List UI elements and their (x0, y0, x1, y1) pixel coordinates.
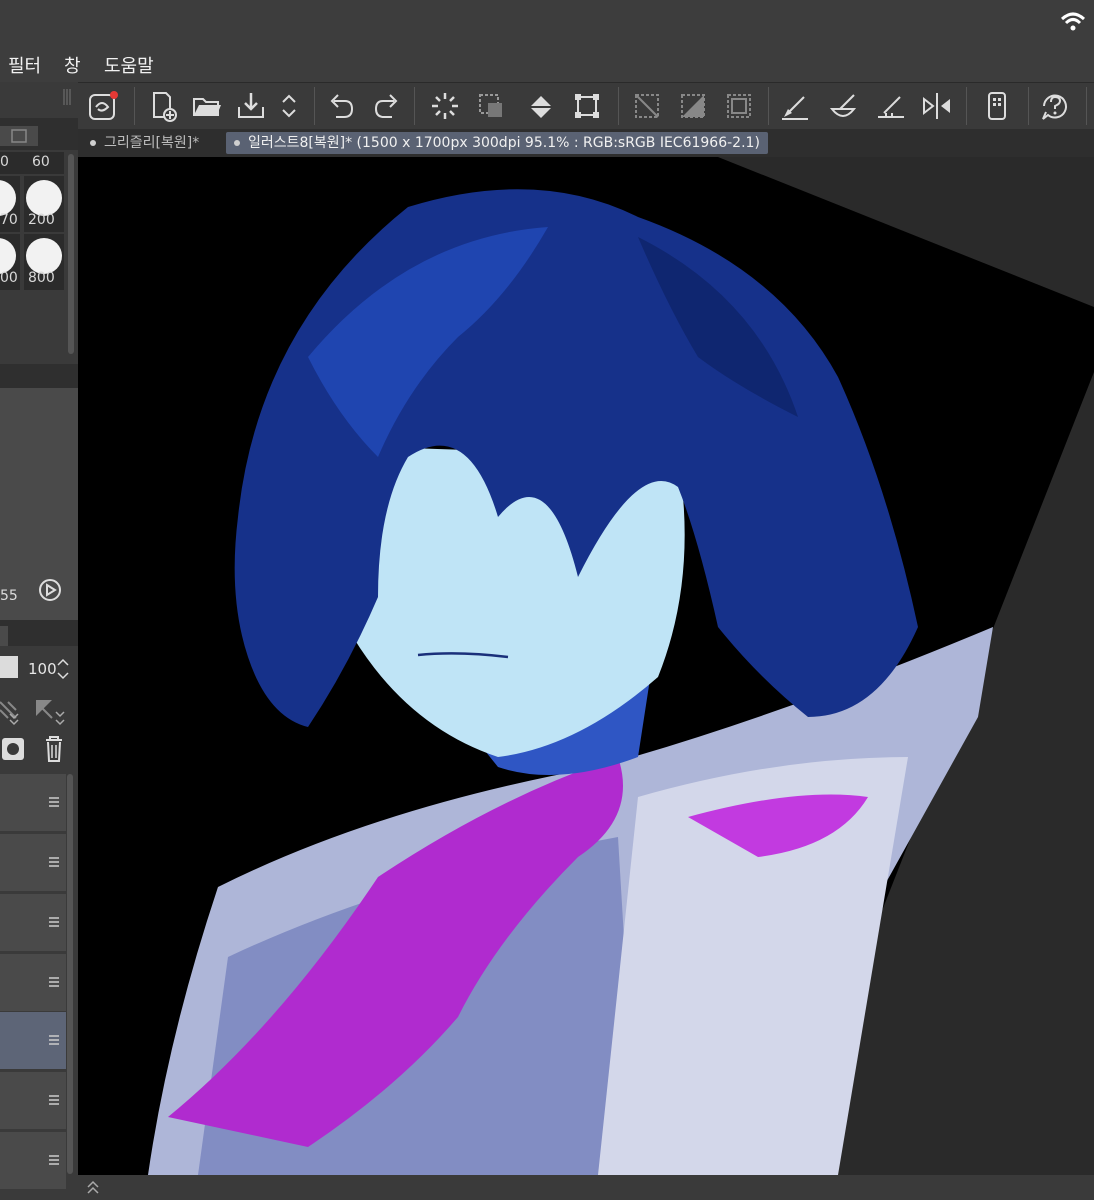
color-wheel-panel: 55 (0, 388, 78, 620)
command-bar (78, 82, 1094, 130)
trash-icon (46, 736, 62, 762)
panel-grip-icon[interactable] (62, 88, 72, 106)
opacity-slider[interactable] (0, 656, 18, 678)
layer-row[interactable] (0, 954, 66, 1011)
hamburger-icon[interactable] (48, 796, 60, 808)
unsaved-dot-icon (90, 140, 96, 146)
mask-icon (2, 738, 24, 760)
pen-line-icon[interactable] (778, 89, 812, 123)
menu-window[interactable]: 창 (64, 52, 81, 78)
tab-illust8[interactable]: 일러스트8[복원]* (1500 x 1700px 300dpi 95.1% :… (226, 132, 768, 154)
left-panel: 0 60 70 200 00 800 55 100 (0, 82, 78, 1200)
menu-filter[interactable]: 필터 (8, 52, 41, 78)
brush-bowl-icon[interactable] (826, 89, 860, 123)
brush-dot-icon (0, 180, 16, 216)
flip-horizontal-icon[interactable] (920, 89, 954, 123)
unsaved-dot-icon (234, 140, 240, 146)
layer-row-selected[interactable] (0, 1012, 66, 1069)
bottom-bar (78, 1175, 1094, 1200)
undo-icon[interactable] (324, 89, 358, 123)
opacity-value: 100 (28, 660, 57, 678)
hamburger-icon[interactable] (48, 856, 60, 868)
brush-size-tab[interactable] (0, 126, 38, 146)
canvas-area[interactable] (78, 157, 1094, 1175)
hamburger-icon[interactable] (48, 1094, 60, 1106)
select-invert-icon[interactable] (474, 89, 508, 123)
brush-dot-icon (26, 238, 62, 274)
fill-icon[interactable] (524, 89, 558, 123)
color-wheel[interactable] (0, 428, 10, 548)
brush-size-cell[interactable]: 800 (24, 234, 64, 290)
redo-icon[interactable] (370, 89, 404, 123)
menu-bar: 필터 창 도움말 (0, 46, 1094, 82)
ruler-pen-icon[interactable] (874, 89, 908, 123)
layer-row[interactable] (0, 894, 66, 951)
wifi-icon (1060, 10, 1086, 32)
device-icon[interactable] (980, 89, 1014, 123)
hamburger-icon[interactable] (48, 916, 60, 928)
clear-selection-icon[interactable] (630, 89, 664, 123)
select-all-icon[interactable] (722, 89, 756, 123)
document-tabs: 그리즐리[복원]* 일러스트8[복원]* (1500 x 1700px 300d… (78, 129, 1094, 157)
hamburger-icon[interactable] (48, 1034, 60, 1046)
play-icon[interactable] (38, 578, 62, 602)
loading-spinner-icon[interactable] (428, 89, 462, 123)
fill-layer-icon[interactable] (676, 89, 710, 123)
help-icon[interactable] (1038, 89, 1072, 123)
layer-option-icons (0, 694, 78, 726)
hamburger-icon[interactable] (48, 1154, 60, 1166)
clip-layer-icon (0, 701, 19, 726)
color-value: 55 (0, 588, 18, 604)
layer-row[interactable] (0, 774, 66, 831)
brush-size-cell[interactable]: 70 (0, 176, 20, 232)
brush-size-cell[interactable]: 60 (24, 152, 64, 174)
layer-row[interactable] (0, 1072, 66, 1129)
brush-size-cell[interactable]: 00 (0, 234, 20, 290)
hamburger-icon[interactable] (48, 976, 60, 988)
panel-divider (0, 364, 78, 388)
layer-row[interactable] (0, 1132, 66, 1189)
panel-divider (0, 620, 78, 646)
opacity-stepper[interactable] (56, 656, 70, 682)
reference-layer-icon (36, 700, 65, 726)
layer-scrollbar[interactable] (67, 774, 73, 1174)
artwork-canvas[interactable] (78, 157, 1094, 1175)
panel-scrollbar[interactable] (68, 154, 74, 354)
save-icon[interactable] (234, 89, 268, 123)
status-bar (0, 0, 1094, 46)
tab-grizzly[interactable]: 그리즐리[복원]* (82, 132, 207, 154)
brush-dot-icon (26, 180, 62, 216)
layer-action-icons (0, 732, 78, 766)
stepper-icon[interactable] (272, 89, 306, 123)
layer-row[interactable] (0, 834, 66, 891)
menu-help[interactable]: 도움말 (104, 52, 154, 78)
brush-dot-icon (0, 238, 16, 274)
new-document-icon[interactable] (146, 89, 180, 123)
brush-size-cell[interactable]: 200 (24, 176, 64, 232)
transform-icon[interactable] (570, 89, 604, 123)
collapse-up-icon[interactable] (84, 1178, 102, 1196)
open-folder-icon[interactable] (190, 89, 224, 123)
clip-studio-icon[interactable] (86, 89, 120, 123)
